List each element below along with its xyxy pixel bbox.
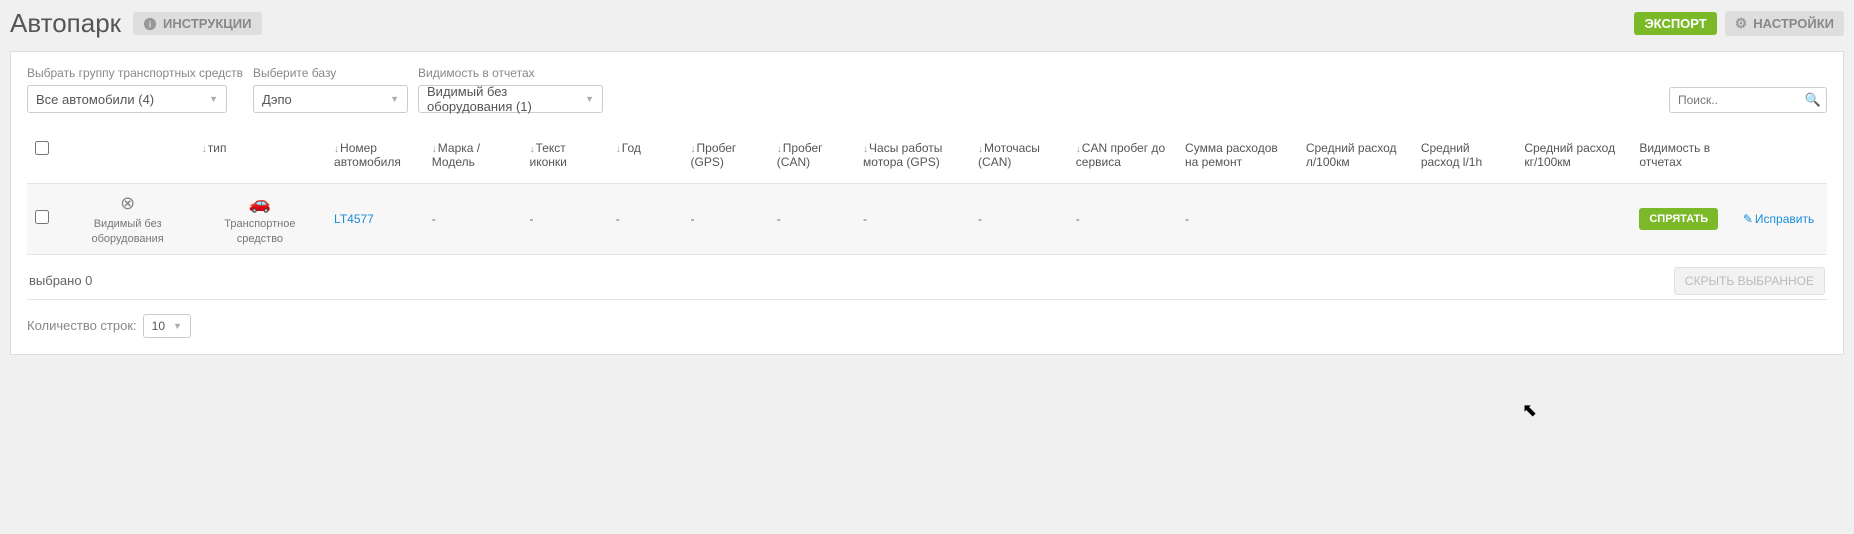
caret-icon: ▼ (173, 321, 182, 331)
group-value: Все автомобили (4) (36, 92, 154, 107)
cell-make: - (424, 184, 522, 255)
rows-per-page-select[interactable]: 10 ▼ (143, 314, 191, 338)
cell-repair-cost: - (1177, 184, 1298, 255)
cell-mileage-can: - (769, 184, 855, 255)
hide-label: СПРЯТАТЬ (1649, 213, 1708, 225)
base-value: Дэпо (262, 92, 292, 107)
rows-value: 10 (152, 319, 165, 333)
pencil-icon: ✎ (1743, 212, 1753, 226)
status-label: Видимый без оборудования (70, 217, 186, 246)
export-button[interactable]: ЭКСПОРТ (1634, 12, 1716, 35)
cell-can-service: - (1068, 184, 1177, 255)
instructions-label: ИНСТРУКЦИИ (163, 16, 251, 31)
sort-icon: ↓ (863, 144, 868, 155)
fleet-table: ↓тип ↓Номер автомобиля ↓Марка / Модель ↓… (27, 135, 1827, 255)
sort-icon: ↓ (616, 144, 621, 155)
instructions-button[interactable]: i ИНСТРУКЦИИ (133, 12, 261, 35)
visibility-value: Видимый без оборудования (1) (427, 84, 577, 114)
filter-visibility-label: Видимость в отчетах (418, 66, 603, 80)
caret-icon: ▼ (390, 94, 399, 104)
info-icon: i (143, 17, 157, 31)
rows-per-page-label: Количество строк: (27, 318, 137, 333)
vehicle-icon: 🚗 (249, 192, 271, 215)
select-all-checkbox[interactable] (35, 141, 49, 155)
page-title: Автопарк (10, 8, 121, 39)
sort-icon: ↓ (202, 144, 207, 155)
col-avg-kg100: Средний расход кг/100км (1516, 135, 1631, 184)
col-year[interactable]: ↓Год (608, 135, 683, 184)
gear-icon: ⚙ (1735, 15, 1748, 32)
edit-label: Исправить (1755, 212, 1814, 226)
cursor-icon: ⬉ (1522, 400, 1537, 421)
cell-icon-text: - (522, 184, 608, 255)
sort-icon: ↓ (777, 144, 782, 155)
hide-selected-button[interactable]: СКРЫТЬ ВЫБРАННОЕ (1674, 267, 1825, 295)
col-engine-can[interactable]: ↓Моточасы (CAN) (970, 135, 1068, 184)
col-type[interactable]: ↓тип (194, 135, 326, 184)
col-repair-cost: Сумма расходов на ремонт (1177, 135, 1298, 184)
selected-count: выбрано 0 (29, 273, 92, 288)
hide-selected-label: СКРЫТЬ ВЫБРАННОЕ (1685, 274, 1814, 288)
col-report-visibility: Видимость в отчетах (1631, 135, 1735, 184)
svg-text:i: i (149, 19, 151, 29)
edit-link[interactable]: ✎ Исправить (1743, 212, 1814, 226)
filter-group-label: Выбрать группу транспортных средств (27, 66, 243, 80)
search-input[interactable] (1669, 87, 1827, 113)
col-engine-gps[interactable]: ↓Часы работы мотора (GPS) (855, 135, 970, 184)
col-mileage-gps[interactable]: ↓Пробег (GPS) (683, 135, 769, 184)
col-mileage-can[interactable]: ↓Пробег (CAN) (769, 135, 855, 184)
sort-icon: ↓ (530, 144, 535, 155)
col-icon-text[interactable]: ↓Текст иконки (522, 135, 608, 184)
hide-button[interactable]: СПРЯТАТЬ (1639, 208, 1718, 230)
caret-icon: ▼ (209, 94, 218, 104)
filter-base-label: Выберите базу (253, 66, 408, 80)
vehicle-number-link[interactable]: LT4577 (334, 212, 374, 226)
type-label: Транспортное средство (202, 217, 318, 246)
row-checkbox[interactable] (35, 210, 49, 224)
table-row: ⊗ Видимый без оборудования 🚗 Транспортно… (27, 184, 1827, 255)
caret-icon: ▼ (585, 94, 594, 104)
settings-button[interactable]: ⚙ НАСТРОЙКИ (1725, 11, 1844, 36)
search-icon: 🔍 (1805, 92, 1821, 108)
cell-year: - (608, 184, 683, 255)
visibility-status-icon: ⊗ (120, 192, 135, 215)
col-can-service[interactable]: ↓CAN пробег до сервиса (1068, 135, 1177, 184)
col-avg-l100: Средний расход л/100км (1298, 135, 1413, 184)
sort-icon: ↓ (978, 144, 983, 155)
cell-mileage-gps: - (683, 184, 769, 255)
sort-icon: ↓ (432, 144, 437, 155)
cell-engine-can: - (970, 184, 1068, 255)
main-panel: Выбрать группу транспортных средств Все … (10, 51, 1844, 355)
group-select[interactable]: Все автомобили (4) ▼ (27, 85, 227, 113)
sort-icon: ↓ (1076, 144, 1081, 155)
visibility-select[interactable]: Видимый без оборудования (1) ▼ (418, 85, 603, 113)
cell-engine-gps: - (855, 184, 970, 255)
sort-icon: ↓ (334, 144, 339, 155)
col-make[interactable]: ↓Марка / Модель (424, 135, 522, 184)
col-number[interactable]: ↓Номер автомобиля (326, 135, 424, 184)
settings-label: НАСТРОЙКИ (1753, 16, 1834, 31)
sort-icon: ↓ (691, 144, 696, 155)
base-select[interactable]: Дэпо ▼ (253, 85, 408, 113)
col-avg-l1h: Средний расход l/1h (1413, 135, 1517, 184)
export-label: ЭКСПОРТ (1644, 16, 1706, 31)
